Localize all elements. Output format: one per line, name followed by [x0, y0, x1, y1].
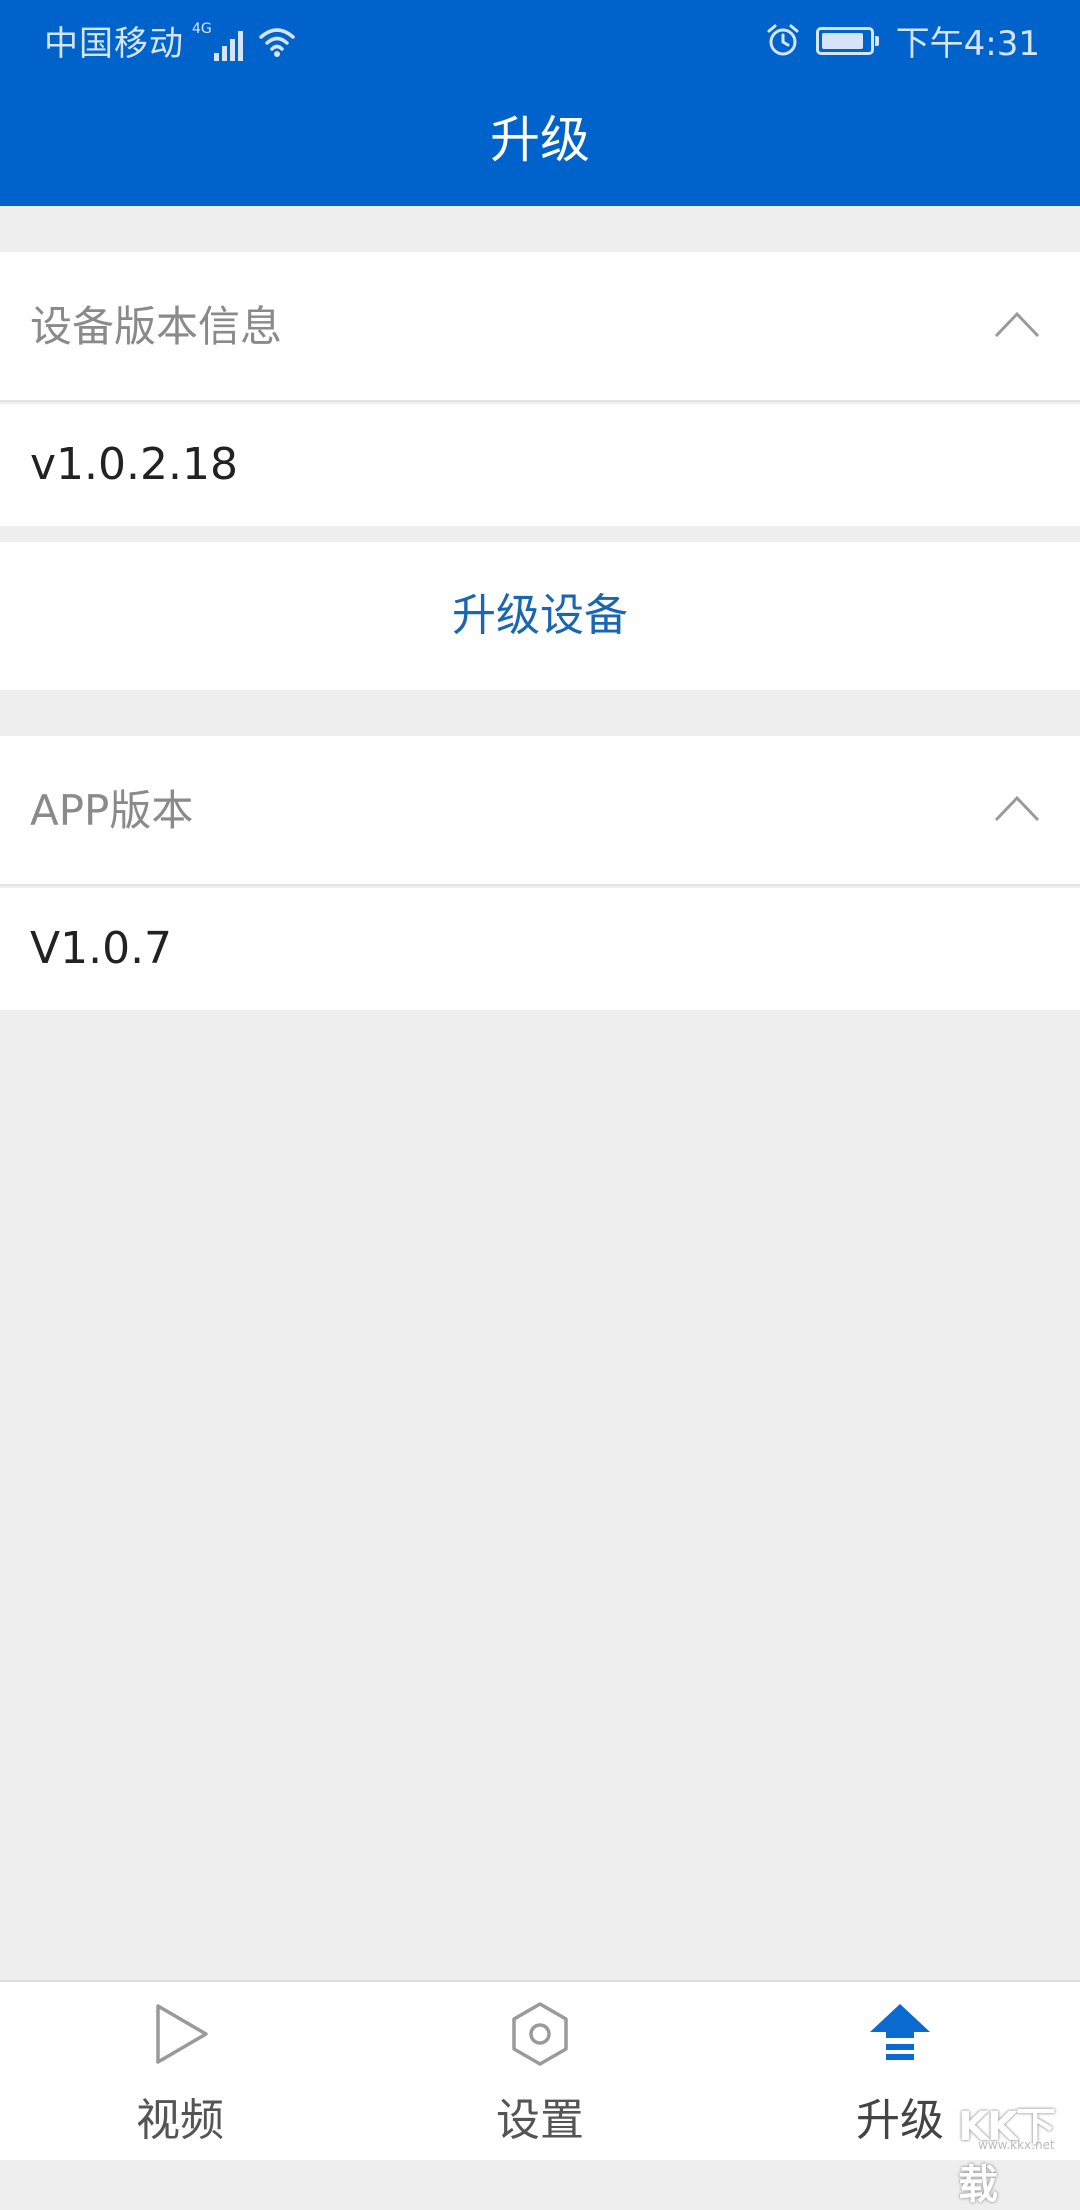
app-header: 中国移动 4G 下午4:31 升级: [0, 0, 1080, 206]
network-type: 4G: [192, 20, 212, 37]
tab-settings[interactable]: 设置: [440, 1982, 640, 2160]
upload-arrow-icon: [870, 2004, 930, 2060]
site-watermark: KK下载 www.kkx.net: [950, 2094, 1070, 2208]
tab-video[interactable]: 视频: [80, 1982, 280, 2160]
bottom-tab-bar: 视频 设置 升级 KK下载 www.kkx.net: [0, 1980, 1080, 2208]
tab-settings-label: 设置: [496, 2095, 584, 2146]
wifi-icon: [259, 27, 295, 57]
upgrade-device-button[interactable]: 升级设备: [0, 542, 1080, 690]
device-version-heading: 设备版本信息: [30, 302, 283, 351]
cellular-signal-icon: 4G: [192, 21, 243, 61]
device-version-row: v1.0.2.18: [0, 404, 1080, 526]
watermark-logo-text: KK下载: [958, 2104, 1056, 2208]
status-right: 下午4:31: [766, 16, 1040, 65]
chevron-up-icon[interactable]: [994, 310, 1040, 338]
status-time: 下午4:31: [895, 24, 1040, 64]
tab-video-label: 视频: [136, 2095, 224, 2146]
app-version-row: V1.0.7: [0, 888, 1080, 1010]
page-title: 升级: [490, 111, 590, 169]
app-version-heading: APP版本: [30, 786, 194, 835]
carrier-name: 中国移动: [44, 24, 184, 64]
app-version-header[interactable]: APP版本: [0, 736, 1080, 886]
device-version-header[interactable]: 设备版本信息: [0, 252, 1080, 402]
watermark-url: www.kkx.net: [978, 2138, 1055, 2152]
status-left: 中国移动 4G: [44, 16, 297, 65]
device-version-value: v1.0.2.18: [30, 439, 238, 490]
play-icon: [156, 2004, 208, 2064]
hexagon-settings-icon: [512, 2002, 568, 2066]
status-bar: 中国移动 4G 下午4:31: [0, 0, 1080, 74]
app-version-value: V1.0.7: [30, 923, 173, 974]
battery-icon: [815, 26, 879, 55]
alarm-icon: [767, 24, 799, 55]
chevron-up-icon[interactable]: [994, 794, 1040, 822]
